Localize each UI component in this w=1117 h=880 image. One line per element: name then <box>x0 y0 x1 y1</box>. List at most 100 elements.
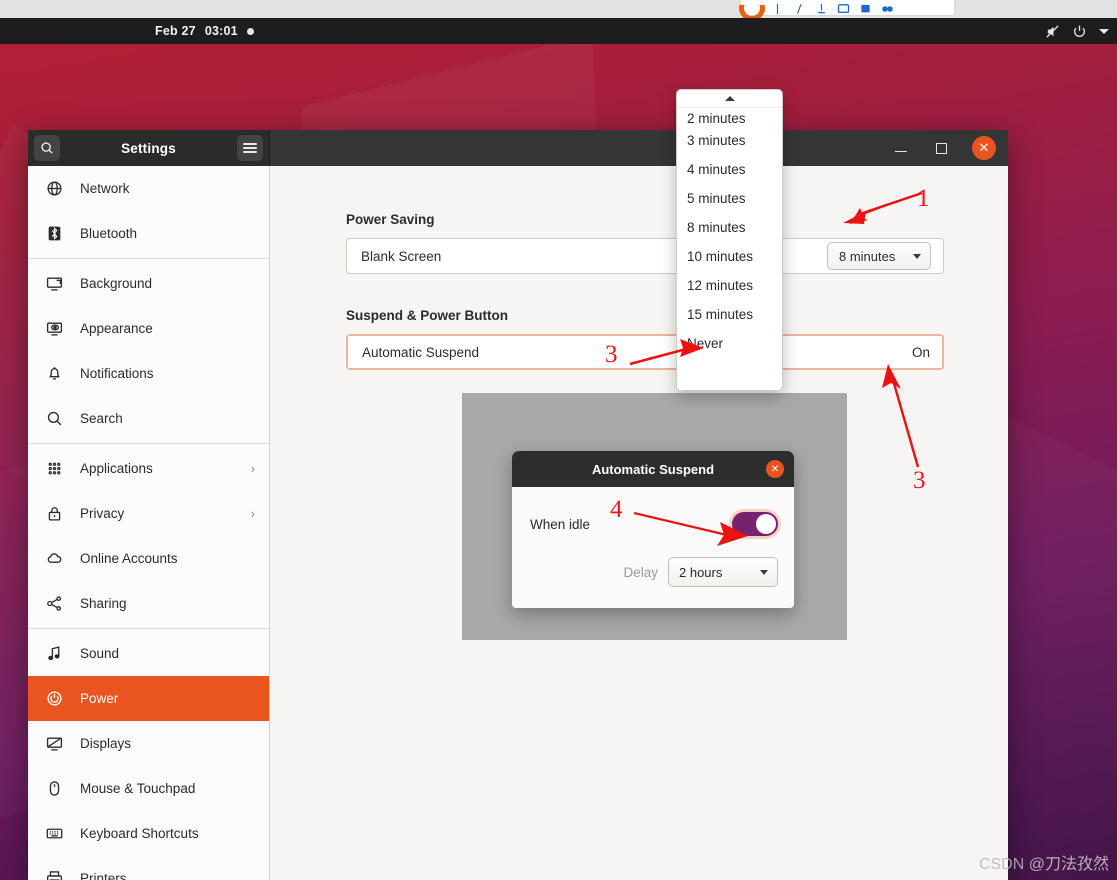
sidebar-item-label: Displays <box>80 736 132 751</box>
keyboard-icon <box>46 825 63 842</box>
delay-label: Delay <box>623 564 658 580</box>
sidebar-item-background[interactable]: Background <box>28 261 269 306</box>
window-controls: ✕ <box>270 130 1008 166</box>
dropdown-item[interactable]: 12 minutes <box>677 271 782 300</box>
automatic-suspend-row[interactable]: Automatic Suspend On <box>346 334 944 370</box>
maximize-button[interactable] <box>932 139 950 157</box>
sidebar-item-search[interactable]: Search <box>28 396 269 441</box>
toggle-knob <box>756 514 776 534</box>
dropdown-item[interactable]: Never <box>677 329 782 358</box>
browser-strip <box>0 0 1117 21</box>
sidebar-divider <box>28 628 269 629</box>
chevron-down-icon <box>913 253 921 259</box>
when-idle-row: When idle <box>530 507 778 541</box>
dialog-close-button[interactable]: ✕ <box>766 460 784 478</box>
window-titlebar: Settings ✕ <box>28 130 1008 166</box>
add-tab-icon[interactable] <box>771 4 784 14</box>
sidebar-item-label: Printers <box>80 871 127 880</box>
search-icon <box>46 410 63 427</box>
sidebar-item-applications[interactable]: Applications › <box>28 446 269 491</box>
pen-icon[interactable] <box>793 4 806 14</box>
automatic-suspend-dialog: Automatic Suspend ✕ When idle Delay 2 ho… <box>512 451 794 608</box>
sidebar-item-privacy[interactable]: Privacy › <box>28 491 269 536</box>
close-button[interactable]: ✕ <box>972 136 996 160</box>
chevron-right-icon: › <box>250 506 255 521</box>
when-idle-toggle[interactable] <box>732 512 778 536</box>
extensions-icon[interactable] <box>881 4 894 14</box>
sidebar-item-notifications[interactable]: Notifications <box>28 351 269 396</box>
sidebar-divider <box>28 258 269 259</box>
share-nodes-icon <box>46 595 63 612</box>
suspend-power-button-heading: Suspend & Power Button <box>346 308 508 323</box>
background-icon <box>46 275 63 292</box>
dropdown-scroll-up[interactable] <box>677 90 782 108</box>
power-circle-icon <box>46 690 63 707</box>
delay-combo[interactable]: 2 hours <box>668 557 778 587</box>
clock-time: 03:01 <box>204 24 238 38</box>
sidebar-item-power[interactable]: Power <box>28 676 269 721</box>
music-note-icon <box>46 645 63 662</box>
automatic-suspend-value: On <box>911 344 930 360</box>
dropdown-item[interactable]: 4 minutes <box>677 155 782 184</box>
sidebar-item-sound[interactable]: Sound <box>28 631 269 676</box>
annotation-number-3b: 3 <box>913 467 926 494</box>
dropdown-item[interactable]: 2 minutes <box>677 108 782 126</box>
sidebar-item-bluetooth[interactable]: Bluetooth <box>28 211 269 256</box>
watermark: CSDN @刀法孜然 <box>979 850 1109 874</box>
dropdown-list: 2 minutes 3 minutes 4 minutes 5 minutes … <box>677 108 782 358</box>
hamburger-menu-icon <box>242 142 257 154</box>
sidebar-item-displays[interactable]: Displays <box>28 721 269 766</box>
watermark-handle: @刀法孜然 <box>1028 856 1109 873</box>
dialog-title: Automatic Suspend <box>591 461 715 477</box>
appearance-icon <box>46 320 63 337</box>
dropdown-item[interactable]: 10 minutes <box>677 242 782 271</box>
power-saving-heading: Power Saving <box>346 212 435 227</box>
maximize-icon <box>935 142 947 154</box>
sidebar-item-label: Bluetooth <box>80 226 138 241</box>
dropdown-item[interactable]: 8 minutes <box>677 213 782 242</box>
bookmark-icon[interactable] <box>859 4 872 14</box>
sidebar-item-printers[interactable]: Printers <box>28 856 269 880</box>
bluetooth-icon <box>46 225 63 242</box>
blank-screen-dropdown-menu[interactable]: 2 minutes 3 minutes 4 minutes 5 minutes … <box>676 89 783 391</box>
sidebar-item-label: Applications <box>80 461 153 476</box>
sidebar-header: Settings <box>28 130 270 166</box>
sidebar-item-keyboard-shortcuts[interactable]: Keyboard Shortcuts <box>28 811 269 856</box>
triangle-up-icon <box>724 96 735 101</box>
chevron-right-icon: › <box>250 461 255 476</box>
sidebar-item-sharing[interactable]: Sharing <box>28 581 269 626</box>
browser-toolbar[interactable] <box>740 0 955 16</box>
sidebar-divider <box>28 443 269 444</box>
display-icon <box>46 735 63 752</box>
search-button[interactable] <box>34 135 60 161</box>
sidebar-item-label: Privacy <box>80 506 125 521</box>
when-idle-label: When idle <box>530 516 591 532</box>
dropdown-item[interactable]: 15 minutes <box>677 300 782 329</box>
sidebar-item-label: Online Accounts <box>80 551 178 566</box>
clock-menu[interactable]: Feb 27 03:01 <box>155 24 254 38</box>
sidebar-item-mouse-touchpad[interactable]: Mouse & Touchpad <box>28 766 269 811</box>
clock-date: Feb 27 <box>155 24 196 38</box>
power-icon[interactable] <box>1072 24 1087 39</box>
dropdown-item[interactable]: 5 minutes <box>677 184 782 213</box>
dialog-body: When idle Delay 2 hours <box>512 487 794 608</box>
blank-screen-combo[interactable]: 8 minutes <box>827 242 931 270</box>
system-menu[interactable] <box>1045 24 1109 39</box>
reader-icon[interactable] <box>837 4 850 14</box>
sidebar-item-label: Network <box>80 181 130 196</box>
sidebar-item-network[interactable]: Network <box>28 166 269 211</box>
sidebar-item-appearance[interactable]: Appearance <box>28 306 269 351</box>
volume-muted-icon[interactable] <box>1045 24 1060 39</box>
bell-icon <box>46 365 63 382</box>
minimize-button[interactable] <box>892 139 910 157</box>
blank-screen-row[interactable]: Blank Screen 8 minutes <box>346 238 944 274</box>
download-icon[interactable] <box>815 4 828 14</box>
main-menu-button[interactable] <box>236 135 263 161</box>
sidebar-item-label: Appearance <box>80 321 153 336</box>
mouse-icon <box>46 780 63 797</box>
sidebar-item-online-accounts[interactable]: Online Accounts <box>28 536 269 581</box>
dropdown-item[interactable]: 3 minutes <box>677 126 782 155</box>
sidebar-item-label: Background <box>80 276 153 291</box>
minimize-icon <box>895 150 907 153</box>
chevron-down-icon[interactable] <box>1099 28 1109 34</box>
